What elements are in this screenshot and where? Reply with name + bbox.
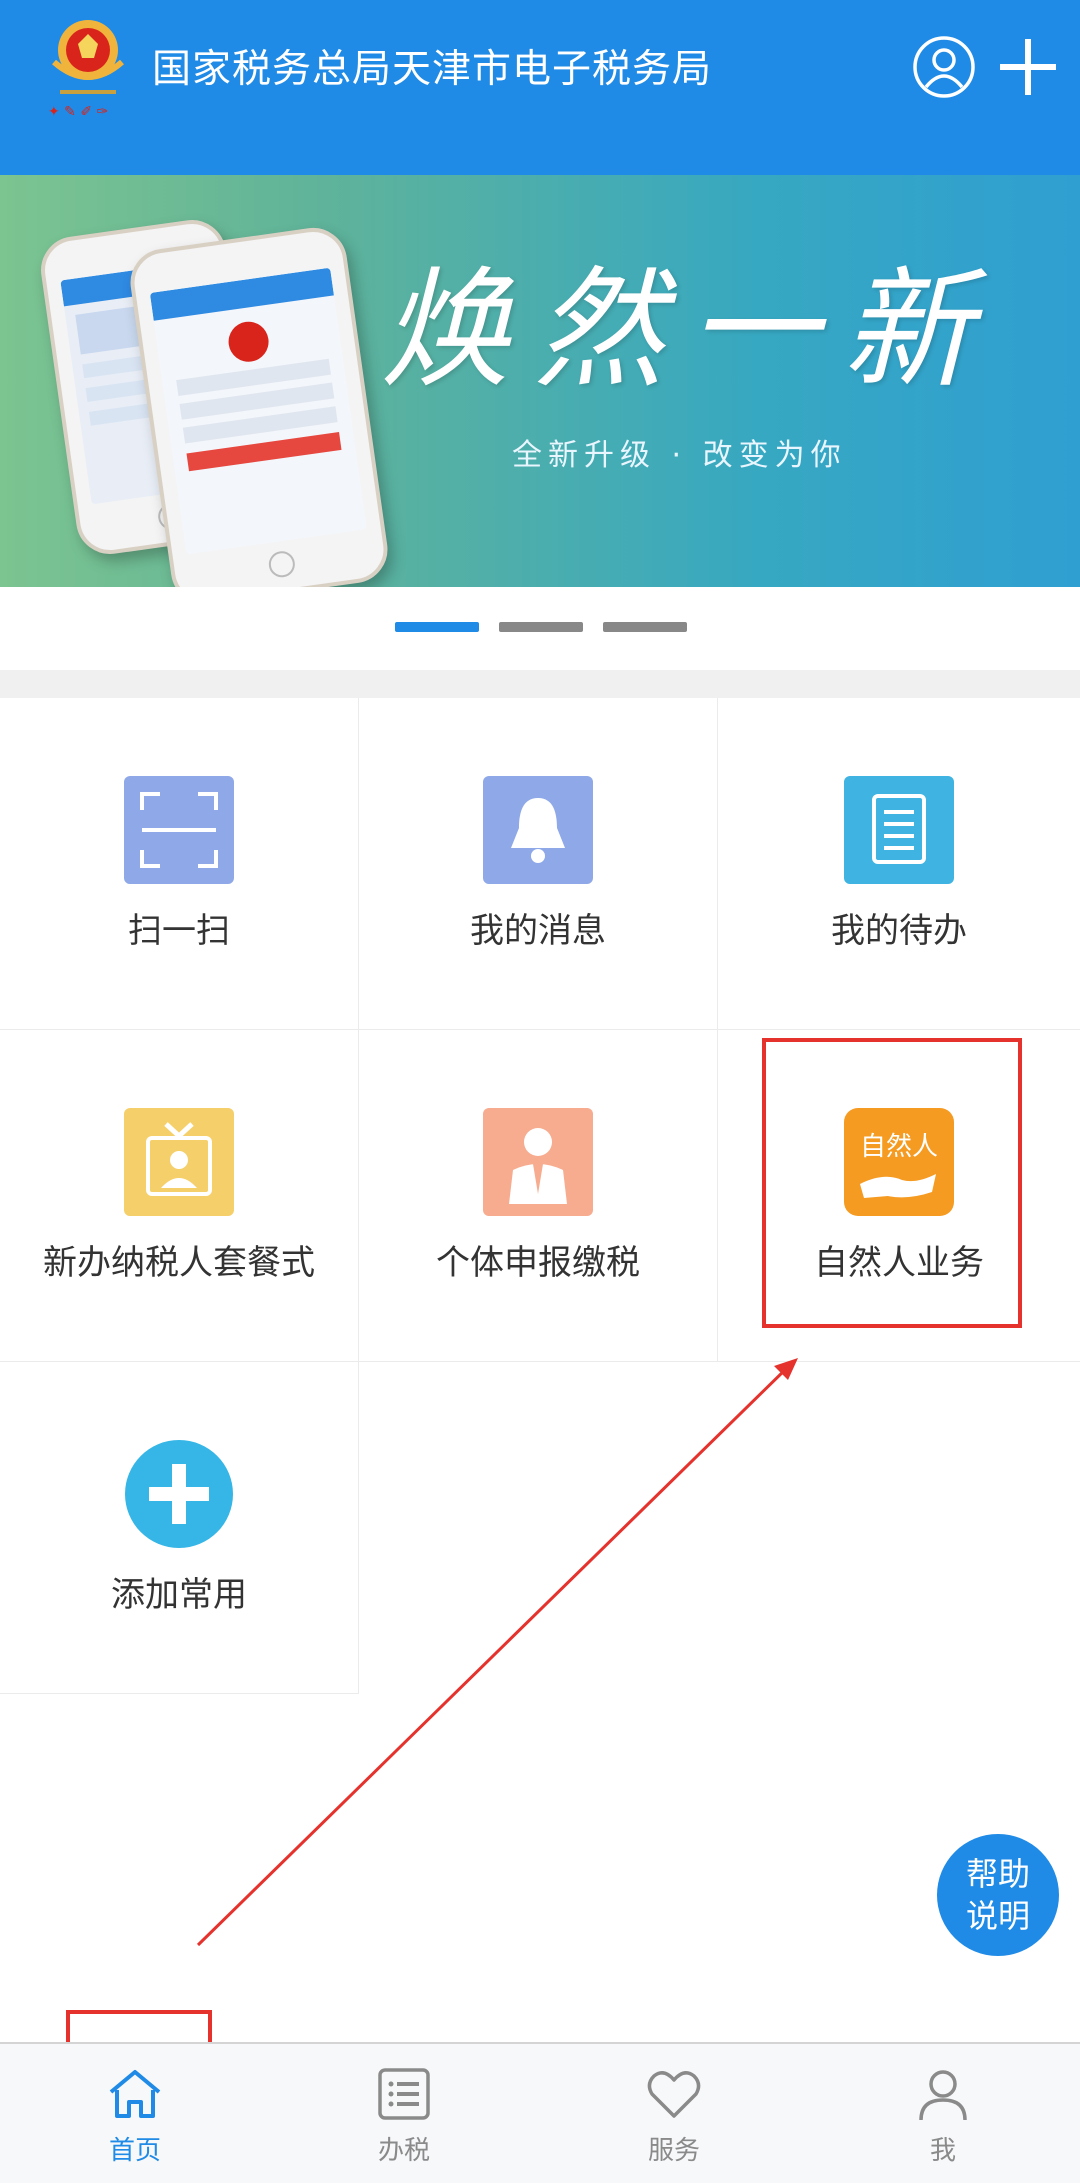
- grid-item-label: 个体申报缴税: [436, 1243, 640, 1283]
- tab-me-label: 我: [929, 2136, 956, 2166]
- banner-headline: 焕然一新: [380, 254, 997, 406]
- help-button[interactable]: 帮助 说明: [937, 1834, 1059, 1956]
- tab-home-label: 首页: [108, 2136, 161, 2166]
- phone-illustration-front: [126, 223, 392, 587]
- home-icon: [109, 2070, 161, 2118]
- heart-icon: [647, 2071, 701, 2118]
- list-icon: [378, 2068, 430, 2120]
- grid-item-new-taxpayer[interactable]: 新办纳税人套餐式: [0, 1030, 359, 1362]
- person-icon: [483, 1108, 593, 1216]
- grid-item-label: 我的待办: [831, 911, 967, 951]
- person-outline-icon: [919, 2070, 967, 2121]
- pager-dot-3[interactable]: [603, 622, 687, 632]
- app-header: ✦ ✎ ✐ ✑ 国家税务总局天津市电子税务局: [0, 0, 1080, 175]
- annotation-box-natural-person: [762, 1038, 1022, 1328]
- grid-item-label: 添加常用: [111, 1575, 247, 1615]
- emblem-logo: ✦ ✎ ✐ ✑: [48, 20, 124, 120]
- user-icon[interactable]: [912, 35, 976, 99]
- grid-item-todo[interactable]: 我的待办: [718, 698, 1080, 1030]
- bell-icon: [483, 776, 593, 884]
- scan-icon: [124, 776, 234, 884]
- gift-icon: [124, 1108, 234, 1216]
- app-title: 国家税务总局天津市电子税务局: [152, 47, 713, 92]
- tab-service[interactable]: 服务: [574, 2044, 774, 2183]
- tab-service-label: 服务: [647, 2136, 700, 2166]
- add-circle-icon: [124, 1440, 234, 1548]
- pager-dot-2[interactable]: [499, 622, 583, 632]
- tab-home[interactable]: 首页: [35, 2044, 235, 2183]
- grid-item-label: 扫一扫: [128, 911, 230, 951]
- banner-pager: [0, 622, 1080, 632]
- grid-item-label: 我的消息: [470, 911, 606, 951]
- grid-item-label: 新办纳税人套餐式: [43, 1243, 315, 1283]
- help-button-line2: 说明: [965, 1897, 1030, 1935]
- document-icon: [844, 776, 954, 884]
- plus-icon[interactable]: [996, 35, 1060, 99]
- tab-tax-label: 办税: [377, 2136, 430, 2166]
- bottom-nav: 首页 办税 服务 我: [0, 2042, 1080, 2183]
- section-divider: [0, 670, 1080, 698]
- tab-tax[interactable]: 办税: [304, 2044, 504, 2183]
- tab-me[interactable]: 我: [843, 2044, 1043, 2183]
- grid-item-messages[interactable]: 我的消息: [359, 698, 718, 1030]
- svg-text:✦ ✎ ✐ ✑: ✦ ✎ ✐ ✑: [48, 104, 108, 120]
- grid-item-individual-tax[interactable]: 个体申报缴税: [359, 1030, 718, 1362]
- help-button-line1: 帮助: [965, 1855, 1030, 1893]
- grid-item-add-favorite[interactable]: 添加常用: [0, 1362, 359, 1694]
- grid-item-scan[interactable]: 扫一扫: [0, 698, 359, 1030]
- promo-banner[interactable]: 焕然一新 全新升级 · 改变为你: [0, 175, 1080, 587]
- banner-subtitle: 全新升级 · 改变为你: [512, 438, 847, 473]
- pager-dot-1[interactable]: [395, 622, 479, 632]
